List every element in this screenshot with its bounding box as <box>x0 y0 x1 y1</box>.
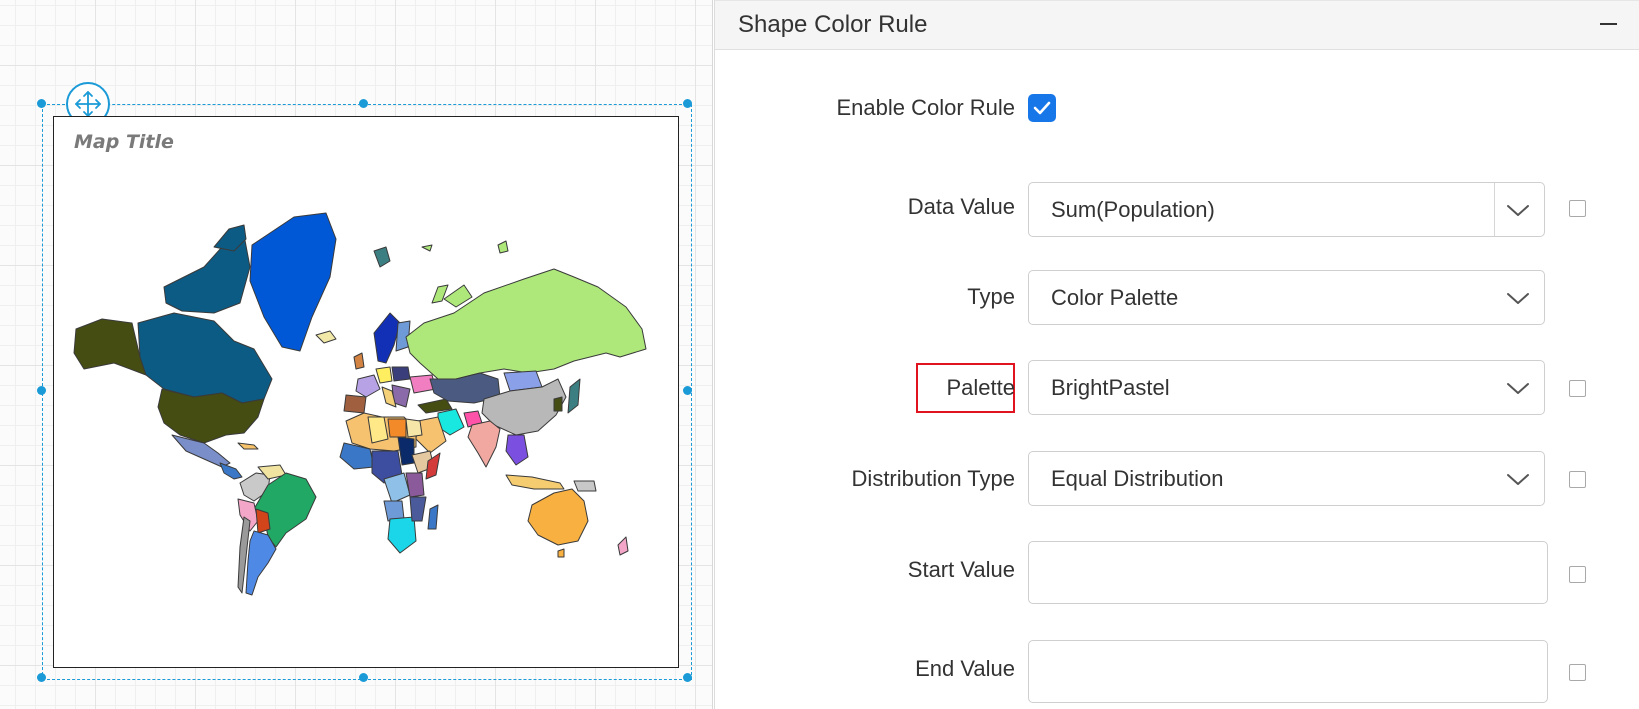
data-value-selected: Sum(Population) <box>1051 197 1215 222</box>
resize-handle-top-left[interactable] <box>37 99 46 108</box>
distribution-type-expression-checkbox[interactable] <box>1569 471 1586 488</box>
map-region-algeria <box>367 416 389 444</box>
map-region-germany <box>375 366 393 384</box>
resize-handle-top[interactable] <box>359 99 368 108</box>
map-region-france <box>355 374 381 398</box>
end-value-input[interactable] <box>1028 640 1548 703</box>
palette-dropdown[interactable]: BrightPastel <box>1028 360 1545 415</box>
type-selected: Color Palette <box>1051 285 1179 310</box>
palette-expression-checkbox[interactable] <box>1569 380 1586 397</box>
palette-selected: BrightPastel <box>1051 375 1170 400</box>
map-region-new-zealand <box>617 536 629 556</box>
resize-handle-top-right[interactable] <box>683 99 692 108</box>
map-region-alaska <box>73 318 147 376</box>
resize-handle-bottom-right[interactable] <box>683 673 692 682</box>
end-value-label: End Value <box>915 656 1015 681</box>
palette-label: Palette <box>946 375 1016 400</box>
map-region-iceland <box>315 330 337 344</box>
data-value-expression-checkbox[interactable] <box>1569 200 1586 217</box>
map-region-central-america <box>219 462 243 480</box>
data-value-label: Data Value <box>907 194 1015 219</box>
distribution-type-selected: Equal Distribution <box>1051 466 1224 491</box>
map-region-scandinavia <box>373 312 401 364</box>
dropdown-divider <box>1494 183 1495 236</box>
distribution-type-dropdown[interactable]: Equal Distribution <box>1028 451 1545 506</box>
map-region-uk <box>353 352 365 370</box>
map-region-southern-africa <box>387 516 417 554</box>
resize-handle-bottom[interactable] <box>359 673 368 682</box>
chevron-down-icon <box>1507 205 1529 216</box>
resize-handle-left[interactable] <box>37 386 46 395</box>
map-region-cuba <box>237 442 259 450</box>
map-region-poland <box>391 366 411 382</box>
map-region-australia <box>527 488 589 546</box>
end-value-expression-checkbox[interactable] <box>1569 664 1586 681</box>
map-region-papua <box>573 480 597 492</box>
start-value-input[interactable] <box>1028 541 1548 604</box>
map-region-spain <box>343 394 367 414</box>
map-region-korea <box>553 396 563 412</box>
map-region-bolivia <box>255 508 271 534</box>
chevron-down-icon <box>1507 474 1529 485</box>
map-region-indonesia <box>505 474 565 490</box>
map-region-greenland <box>249 212 337 352</box>
map-region-franz-josef <box>497 240 509 254</box>
distribution-type-label: Distribution Type <box>851 466 1015 491</box>
world-map <box>73 212 647 596</box>
map-region-mozambique <box>409 496 427 522</box>
map-region-tasmania <box>557 548 565 558</box>
chevron-down-icon <box>1507 293 1529 304</box>
panel-title: Shape Color Rule <box>738 11 928 38</box>
chevron-down-icon <box>1507 383 1529 394</box>
map-region-egypt <box>405 418 423 438</box>
resize-handle-bottom-left[interactable] <box>37 673 46 682</box>
design-canvas[interactable]: Map Title <box>0 0 713 709</box>
properties-panel: Shape Color Rule Enable Color Rule Data … <box>714 0 1639 709</box>
enable-color-rule-checkbox[interactable] <box>1028 94 1056 122</box>
start-value-label: Start Value <box>907 557 1015 582</box>
map-region-russia <box>405 268 647 380</box>
panel-header[interactable]: Shape Color Rule <box>715 0 1639 50</box>
map-region-madagascar <box>427 504 439 530</box>
start-value-expression-checkbox[interactable] <box>1569 566 1586 583</box>
map-region-congo <box>383 472 411 504</box>
checkmark-icon <box>1033 101 1051 115</box>
map-region-canada <box>137 312 273 404</box>
data-value-dropdown[interactable]: Sum(Population) <box>1028 182 1545 237</box>
map-region-sudan <box>397 436 415 466</box>
map-report-item[interactable]: Map Title <box>53 116 679 668</box>
map-region-japan <box>567 378 581 414</box>
map-region-india <box>467 420 501 468</box>
map-region-svalbard <box>373 246 391 268</box>
minus-icon[interactable] <box>1600 23 1617 25</box>
map-region-island-east <box>421 244 433 252</box>
type-dropdown[interactable]: Color Palette <box>1028 270 1545 325</box>
type-label: Type <box>967 284 1015 309</box>
map-region-southeast-asia <box>505 434 529 466</box>
map-region-libya <box>387 418 407 438</box>
enable-color-rule-label: Enable Color Rule <box>836 95 1015 120</box>
resize-handle-right[interactable] <box>683 386 692 395</box>
map-region-argentina <box>245 530 277 596</box>
